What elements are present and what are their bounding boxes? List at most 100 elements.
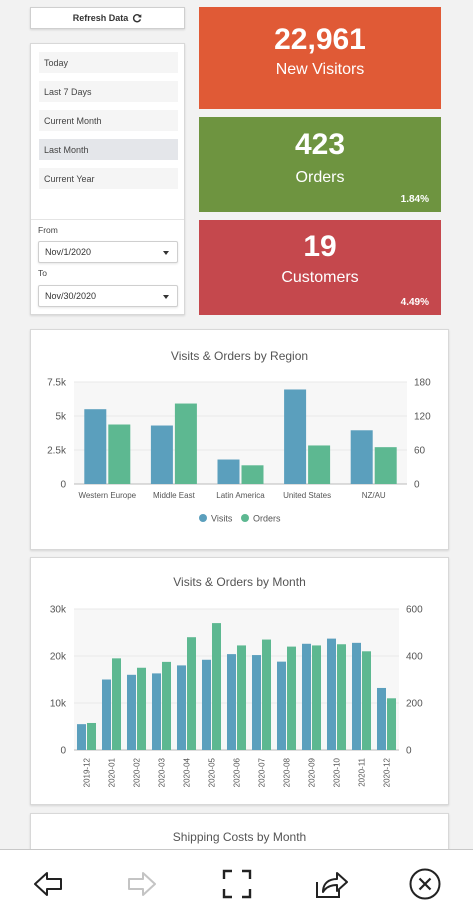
y-tick-label-right: 600 (406, 605, 423, 616)
month-chart: 0 10k 20k 30k 0 200 400 600 2019-12 2020-01 2020-0… (50, 605, 423, 788)
x-tick-label: Latin America (216, 491, 265, 500)
x-tick-label: 2020-10 (333, 757, 342, 787)
from-date-value: Nov/1/2020 (45, 247, 92, 257)
kpi-label: New Visitors (275, 61, 365, 78)
bar-orders (308, 445, 331, 484)
y-tick-label-left: 0 (60, 480, 66, 491)
bar-orders (212, 623, 221, 750)
legend-marker (241, 514, 249, 522)
bar-visits (202, 659, 211, 750)
refresh-data-button[interactable]: Refresh Data (30, 7, 185, 29)
to-date-select[interactable]: Nov/30/2020 (38, 285, 178, 307)
x-tick-label: 2020-07 (258, 757, 267, 787)
refresh-icon (133, 14, 142, 23)
fullscreen-icon (222, 869, 252, 899)
bar-visits (150, 425, 173, 484)
bar-orders (262, 639, 271, 750)
kpi-value: 22,961 (274, 23, 366, 56)
y-tick-label-right: 400 (406, 652, 423, 663)
y-tick-label-left: 5k (55, 412, 67, 423)
bar-orders (108, 424, 131, 484)
bar-visits (102, 679, 111, 750)
bar-visits (277, 661, 286, 750)
from-label: From (38, 225, 58, 235)
from-date-select[interactable]: Nov/1/2020 (38, 241, 178, 263)
kpi-label: Orders (295, 169, 345, 186)
x-tick-label: 2020-04 (183, 757, 192, 787)
x-tick-label: 2020-06 (233, 757, 242, 787)
month-chart-panel: Visits & Orders by Month 0 10k 20k 30k 0 200 4… (30, 557, 449, 805)
bar-orders (187, 637, 196, 750)
plot-area (74, 609, 399, 750)
bar-visits (177, 665, 186, 750)
bar-visits (284, 389, 307, 484)
to-label: To (38, 268, 47, 278)
forward-arrow-icon (128, 872, 156, 896)
share-icon (316, 872, 348, 898)
legend-label: Orders (253, 514, 281, 524)
chart-title: Shipping Costs by Month (172, 830, 307, 844)
forward-button[interactable] (122, 864, 162, 904)
bar-visits (252, 655, 261, 750)
bar-orders (241, 465, 264, 484)
y-tick-label-left: 30k (50, 605, 67, 616)
refresh-data-label: Refresh Data (72, 13, 129, 23)
x-tick-label: 2020-02 (133, 757, 142, 787)
to-date-value: Nov/30/2020 (45, 291, 97, 301)
bar-orders (312, 645, 321, 750)
bottom-toolbar (0, 849, 473, 917)
range-current-year[interactable]: Current Year (39, 168, 178, 189)
y-tick-label-right: 60 (414, 446, 426, 457)
bar-orders (362, 651, 371, 750)
range-today[interactable]: Today (39, 52, 178, 73)
kpi-value: 423 (294, 128, 346, 161)
y-tick-label-right: 120 (414, 412, 431, 423)
x-tick-label: NZ/AU (362, 491, 386, 500)
bar-orders (112, 658, 121, 750)
divider (31, 219, 184, 220)
x-tick-label: 2020-01 (108, 757, 117, 787)
x-tick-label: Middle East (153, 491, 196, 500)
close-button[interactable] (405, 864, 445, 904)
region-chart-panel: Visits & Orders by Region 0 2.5k 5k 7.5k 0 60… (30, 329, 449, 550)
x-tick-label: 2020-09 (308, 757, 317, 787)
range-last-7-days[interactable]: Last 7 Days (39, 81, 178, 102)
bar-visits (127, 674, 136, 750)
kpi-orders: 423 Orders 1.84% (199, 117, 441, 212)
bar-visits (77, 724, 86, 750)
kpi-label: Customers (281, 269, 359, 286)
legend-marker (199, 514, 207, 522)
bar-visits (217, 459, 240, 484)
kpi-value: 19 (303, 230, 337, 263)
share-button[interactable] (311, 864, 351, 904)
bar-visits (302, 643, 311, 750)
close-icon (409, 868, 441, 900)
fullscreen-button[interactable] (217, 864, 257, 904)
x-tick-label: 2020-12 (383, 757, 392, 787)
x-tick-label: United States (283, 491, 331, 500)
range-last-month[interactable]: Last Month (39, 139, 178, 160)
bar-orders (174, 403, 197, 484)
y-tick-label-right: 0 (414, 480, 420, 491)
kpi-percent: 4.49% (400, 297, 429, 308)
bar-visits (327, 638, 336, 750)
kpi-customers: 19 Customers 4.49% (199, 220, 441, 315)
bar-orders (374, 447, 397, 484)
bar-orders (137, 667, 146, 750)
range-current-month[interactable]: Current Month (39, 110, 178, 131)
bar-orders (337, 644, 346, 750)
x-tick-label: 2020-05 (208, 757, 217, 787)
bar-orders (237, 645, 246, 750)
bar-visits (352, 642, 361, 750)
y-tick-label-left: 20k (50, 652, 67, 663)
y-tick-label-left: 0 (60, 746, 66, 757)
x-tick-label: 2020-03 (158, 757, 167, 787)
bar-visits (350, 430, 373, 484)
y-tick-label-right: 180 (414, 378, 431, 389)
x-tick-label: 2020-08 (283, 757, 292, 787)
x-tick-label: 2020-11 (358, 757, 367, 786)
bar-visits (227, 654, 236, 750)
bar-visits (84, 409, 107, 484)
back-button[interactable] (28, 864, 68, 904)
y-tick-label-left: 10k (50, 699, 67, 710)
